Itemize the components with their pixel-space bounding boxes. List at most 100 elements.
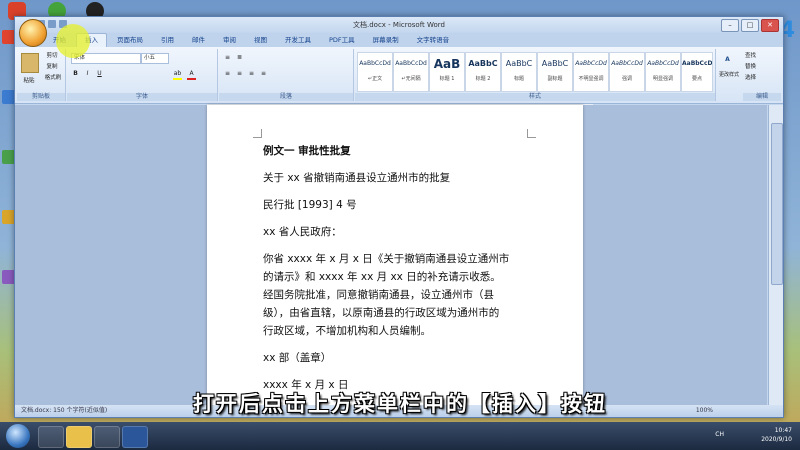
- doc-line: 经国务院批准，同意撤销南通县，设立通州市（县: [263, 289, 494, 301]
- italic-button[interactable]: I: [83, 69, 92, 78]
- paste-icon[interactable]: [21, 53, 39, 73]
- tab-page-layout[interactable]: 页面布局: [109, 34, 151, 47]
- style-preview: AaBbCcDd: [682, 60, 712, 67]
- taskbar-app-icon[interactable]: [94, 426, 120, 448]
- style-normal[interactable]: AaBbCcDd ↵正文: [357, 52, 393, 92]
- group-label: 编辑: [743, 93, 781, 101]
- close-button[interactable]: ✕: [761, 19, 779, 32]
- style-preview: AaBbCcDd: [359, 60, 391, 67]
- style-subtitle[interactable]: AaBbC 副标题: [537, 52, 573, 92]
- clipboard-group: 粘贴 剪切 复制 格式刷 剪贴板: [17, 49, 66, 101]
- style-name: 标题: [513, 76, 524, 82]
- style-name: ↵无间隔: [401, 76, 421, 82]
- underline-button[interactable]: U: [95, 69, 104, 78]
- tab-review[interactable]: 审阅: [215, 34, 244, 47]
- window-controls: – □ ✕: [721, 19, 779, 32]
- style-preview: AaBbCcDd: [647, 60, 679, 67]
- style-title[interactable]: AaBbC 标题: [501, 52, 537, 92]
- format-painter-label[interactable]: 格式刷: [41, 74, 65, 83]
- font-color-icon[interactable]: A: [187, 69, 196, 80]
- language-indicator[interactable]: CH: [715, 431, 724, 438]
- style-preview: AaBbC: [505, 59, 533, 68]
- tab-pdf-tools[interactable]: PDF工具: [321, 34, 363, 47]
- doc-line: 民行批 [1993] 4 号: [263, 199, 357, 211]
- subtitle-caption: 打开后点击上方菜单栏中的【插入】按钮: [193, 392, 607, 416]
- paragraph-group: ≡ ≣ ≡ ≡ ≡ ≡ 段落: [219, 49, 354, 101]
- find-button[interactable]: 查找: [745, 52, 775, 61]
- change-styles-label[interactable]: 更改样式: [717, 71, 741, 80]
- style-name: ↵正文: [367, 76, 383, 82]
- style-emphasis[interactable]: AaBbCcDd 强调: [609, 52, 645, 92]
- title-bar: 文档.docx - Microsoft Word – □ ✕: [15, 17, 783, 33]
- editing-group: 查找 替换 选择 编辑: [743, 49, 781, 101]
- group-label: 剪贴板: [17, 93, 65, 101]
- doc-line: xx 部（盖章）: [263, 352, 332, 364]
- paste-label[interactable]: 粘贴: [19, 77, 39, 86]
- system-clock[interactable]: 10:47 2020/9/10: [761, 426, 792, 444]
- taskbar-folder-icon[interactable]: [66, 426, 92, 448]
- align-left-icon[interactable]: ≡: [223, 69, 232, 78]
- style-preview: AaBbCcDd: [611, 60, 643, 67]
- taskbar-word-icon[interactable]: [122, 426, 148, 448]
- select-button[interactable]: 选择: [745, 74, 775, 83]
- group-label: 字体: [67, 93, 217, 101]
- tab-text-to-speech[interactable]: 文字转语音: [409, 34, 458, 47]
- tab-screen-record[interactable]: 屏幕录制: [365, 34, 407, 47]
- tab-mailings[interactable]: 邮件: [184, 34, 213, 47]
- vertical-scrollbar[interactable]: [768, 105, 783, 405]
- style-no-spacing[interactable]: AaBbCcDd ↵无间隔: [393, 52, 429, 92]
- style-name: 标题 2: [475, 76, 491, 82]
- minimize-button[interactable]: –: [721, 19, 739, 32]
- style-intense-emphasis[interactable]: AaBbCcDd 明显强调: [645, 52, 681, 92]
- style-heading-2[interactable]: AaBbC 标题 2: [465, 52, 501, 92]
- doc-line: xx 省人民政府：: [263, 226, 342, 238]
- window-title: 文档.docx - Microsoft Word: [353, 21, 445, 29]
- style-name: 标题 1: [439, 76, 455, 82]
- style-strong[interactable]: AaBbCcDd 要点: [681, 52, 713, 92]
- highlight-icon[interactable]: ab: [173, 69, 182, 80]
- copy-label[interactable]: 复制: [41, 63, 63, 72]
- style-heading-1[interactable]: AaB 标题 1: [429, 52, 465, 92]
- doc-line: 行政区域，不增加机构和人员编制。: [263, 325, 431, 337]
- font-group: 宋体 小五 B I U A ab 字体: [67, 49, 218, 101]
- numbering-icon[interactable]: ≣: [235, 53, 244, 62]
- maximize-button[interactable]: □: [741, 19, 759, 32]
- document-area: 例文一 审批性批复 关于 xx 省撤销南通县设立通州市的批复 民行批 [1993…: [15, 105, 767, 405]
- style-subtle-emphasis[interactable]: AaBbCcDd 不明显强调: [573, 52, 609, 92]
- taskbar-sogou-icon[interactable]: [38, 426, 64, 448]
- bullets-icon[interactable]: ≡: [223, 53, 232, 62]
- scroll-thumb[interactable]: [771, 123, 783, 285]
- start-button[interactable]: [6, 424, 30, 448]
- change-styles-icon[interactable]: A: [723, 55, 732, 64]
- replace-button[interactable]: 替换: [745, 63, 775, 72]
- change-styles-group: A 更改样式: [717, 49, 741, 101]
- align-right-icon[interactable]: ≡: [247, 69, 256, 78]
- bold-button[interactable]: B: [71, 69, 80, 78]
- group-label: 段落: [219, 93, 353, 101]
- office-button[interactable]: [19, 19, 47, 47]
- clock-time: 10:47: [774, 427, 792, 434]
- style-preview: AaBbC: [541, 59, 569, 68]
- align-center-icon[interactable]: ≡: [235, 69, 244, 78]
- ribbon-tabs: 开始 插入 页面布局 引用 邮件 审阅 视图 开发工具 PDF工具 屏幕录制 文…: [15, 33, 783, 47]
- word-window: 文档.docx - Microsoft Word – □ ✕ 开始 插入 页面布…: [14, 16, 784, 418]
- style-name: 要点: [691, 76, 702, 82]
- doc-line: 例文一 审批性批复: [263, 145, 351, 157]
- tab-developer[interactable]: 开发工具: [277, 34, 319, 47]
- style-preview: AaB: [433, 57, 461, 71]
- tab-references[interactable]: 引用: [153, 34, 182, 47]
- doc-line: 关于 xx 省撤销南通县设立通州市的批复: [263, 172, 451, 184]
- font-size-select[interactable]: 小五: [141, 53, 169, 64]
- justify-icon[interactable]: ≡: [259, 69, 268, 78]
- page-corner-mark: [527, 129, 536, 138]
- style-preview: AaBbC: [468, 59, 498, 68]
- cut-label[interactable]: 剪切: [41, 52, 63, 61]
- tab-view[interactable]: 视图: [246, 34, 275, 47]
- undo-icon[interactable]: [48, 20, 56, 28]
- ribbon: 粘贴 剪切 复制 格式刷 剪贴板 宋体 小五 B I U A ab 字体 ≡ ≣…: [15, 47, 783, 104]
- document-page[interactable]: 例文一 审批性批复 关于 xx 省撤销南通县设立通州市的批复 民行批 [1993…: [207, 105, 583, 405]
- style-name: 副标题: [547, 76, 563, 82]
- taskbar: 10:47 2020/9/10 CH: [0, 422, 800, 450]
- clock-date: 2020/9/10: [761, 436, 792, 443]
- style-name: 明显强调: [652, 76, 673, 82]
